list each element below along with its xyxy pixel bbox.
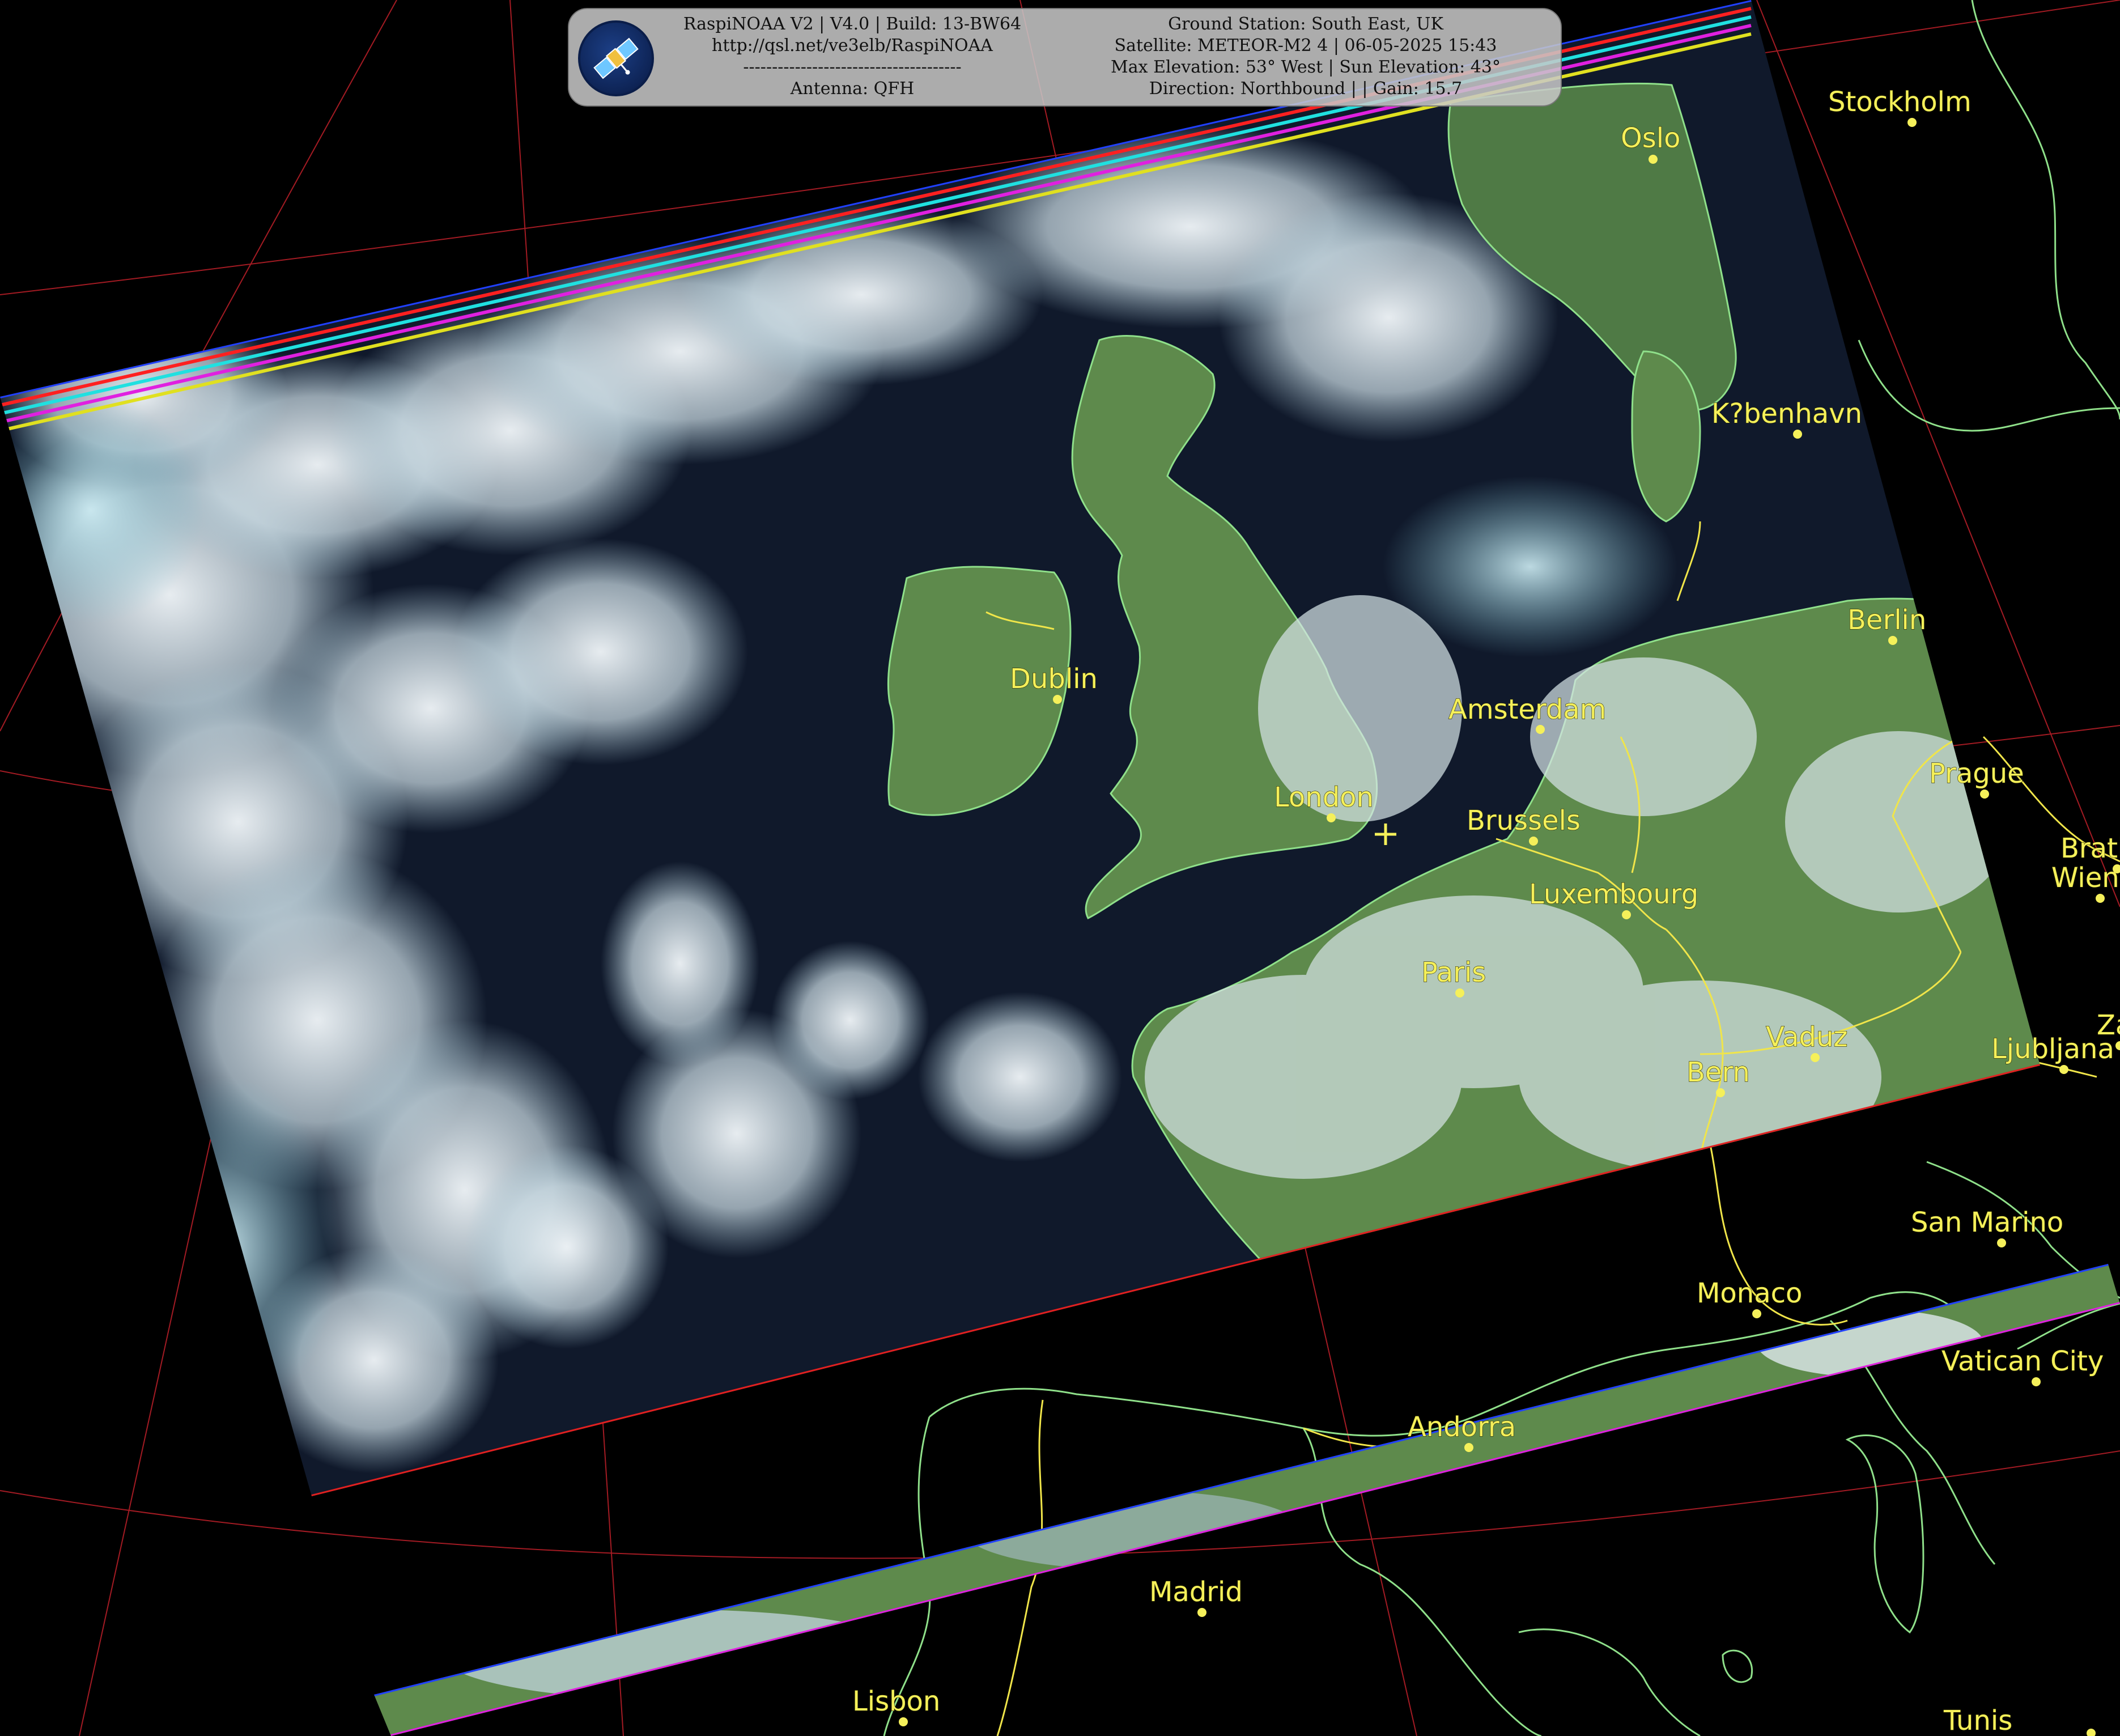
city-label: Vaduz	[1766, 1021, 1848, 1053]
satellite-icon	[578, 20, 654, 96]
software-info: RaspiNOAA V2 | V4.0 | Build: 13-BW64 htt…	[665, 14, 1039, 100]
city-label: Paris	[1421, 957, 1486, 988]
city-dot	[1197, 1608, 1206, 1617]
city-label: Brussels	[1467, 805, 1581, 837]
city-label: Vatican City	[1941, 1345, 2104, 1377]
pass-details: Ground Station: South East, UK Satellite…	[1062, 14, 1549, 100]
city-dot	[1980, 790, 1989, 799]
city-label: Dublin	[1010, 663, 1098, 695]
city-label: Wien	[2051, 862, 2119, 894]
city-dot	[1464, 1443, 1473, 1452]
pass-info-panel: RaspiNOAA V2 | V4.0 | Build: 13-BW64 htt…	[568, 8, 1562, 107]
satellite-map: Stockholm Oslo K?benhavn Berlin Dublin Amster…	[0, 0, 2120, 1736]
city-label: Bratislava	[2060, 833, 2120, 864]
city-dot	[1907, 118, 1917, 127]
city-label: Zagreb	[2097, 1009, 2120, 1041]
city-label: Amsterdam	[1448, 694, 1606, 725]
city-label: Ljubljana	[1991, 1033, 2114, 1065]
city-dot	[2115, 1041, 2120, 1050]
city-label: Prague	[1929, 758, 2024, 790]
city-label: Berlin	[1847, 604, 1926, 636]
city-dot	[2032, 1377, 2041, 1386]
city-dot	[1716, 1088, 1725, 1097]
city-label: Oslo	[1621, 122, 1681, 154]
city-dot	[1536, 725, 1545, 734]
elevation-info: Max Elevation: 53° West | Sun Elevation:…	[1111, 57, 1501, 77]
city-dot	[1622, 910, 1631, 919]
city-label: K?benhavn	[1711, 398, 1862, 430]
city-dot	[899, 1717, 908, 1726]
city-dot	[1752, 1309, 1761, 1318]
city-label: Madrid	[1149, 1576, 1243, 1608]
divider-line: --------------------------------------	[743, 57, 962, 77]
city-label: Tunis	[1943, 1705, 2012, 1736]
city-dot	[1649, 155, 1658, 164]
city-dot	[2096, 894, 2105, 903]
software-version: RaspiNOAA V2 | V4.0 | Build: 13-BW64	[683, 14, 1022, 34]
city-dot	[1888, 636, 1897, 645]
city-label: Luxembourg	[1529, 878, 1698, 910]
city-dot	[1811, 1053, 1820, 1062]
city-label: Lisbon	[852, 1686, 940, 1717]
city-dot	[2087, 1729, 2096, 1736]
city-label: Bern	[1686, 1056, 1750, 1088]
city-label: London	[1274, 782, 1374, 813]
direction-gain: Direction: Northbound | | Gain: 15.7	[1149, 79, 1463, 99]
city-dot	[1455, 988, 1464, 998]
city-label: Andorra	[1408, 1411, 1516, 1443]
city-label: Stockholm	[1828, 86, 1972, 118]
satellite-datetime: Satellite: METEOR-M2 4 | 06-05-2025 15:4…	[1114, 36, 1497, 56]
city-label: San Marino	[1911, 1207, 2063, 1238]
antenna-info: Antenna: QFH	[790, 79, 915, 99]
map-canvas: Stockholm Oslo K?benhavn Berlin Dublin Amster…	[0, 0, 2120, 1736]
city-dot	[1793, 430, 1802, 439]
software-url: http://qsl.net/ve3elb/RaspiNOAA	[712, 36, 993, 56]
city-label: Monaco	[1697, 1277, 1802, 1309]
satellite-image	[0, 0, 2040, 1496]
city-dot	[1327, 813, 1336, 822]
city-dot	[1529, 837, 1538, 846]
city-dot	[2059, 1065, 2068, 1074]
ground-station: Ground Station: South East, UK	[1168, 14, 1443, 34]
city-dot	[1997, 1238, 2006, 1247]
city-dot	[1053, 695, 1062, 704]
